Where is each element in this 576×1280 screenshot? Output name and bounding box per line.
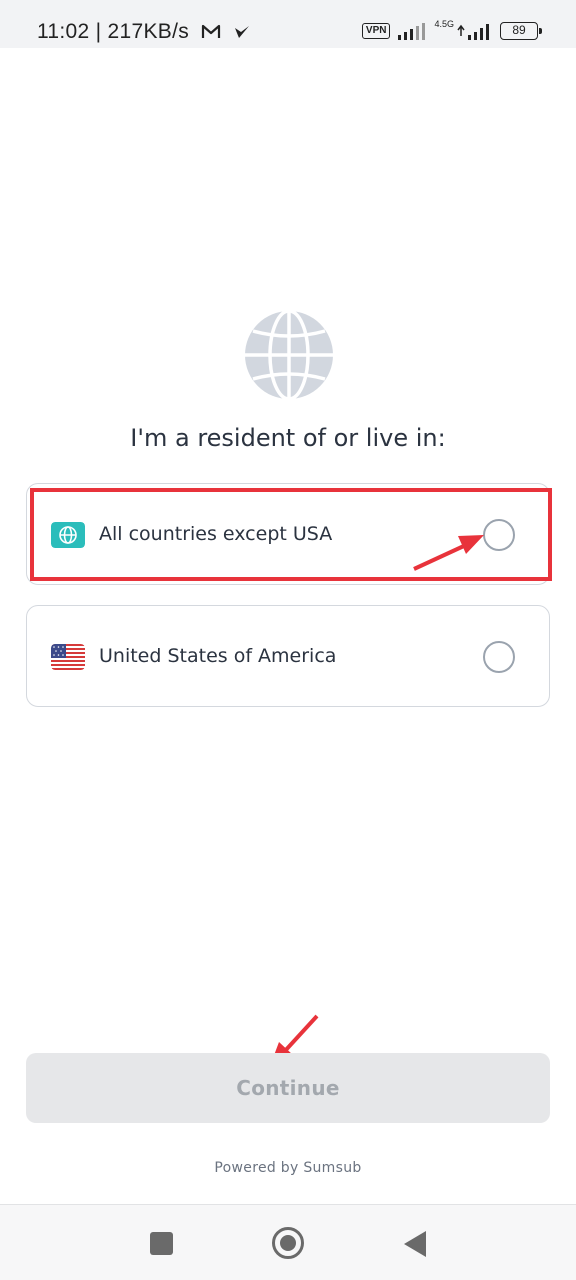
vpn-badge: VPN <box>361 23 391 39</box>
status-time-speed: 11:02 | 217KB/s <box>37 20 190 43</box>
globe-icon <box>245 309 333 401</box>
radio-button[interactable] <box>483 519 515 551</box>
option-label: United States of America <box>99 645 337 667</box>
navigation-bar <box>0 1204 576 1280</box>
radio-button[interactable] <box>483 641 515 673</box>
check-app-icon <box>235 26 250 38</box>
globe-icon <box>51 522 85 548</box>
network-type: 4.5G <box>434 19 454 29</box>
page-title: I'm a resident of or live in: <box>130 424 446 452</box>
back-icon[interactable] <box>404 1231 426 1257</box>
option-label: All countries except USA <box>99 523 333 545</box>
status-left: 11:02 | 217KB/s <box>37 20 251 44</box>
battery-icon: 89 <box>500 22 542 40</box>
powered-by-text: Powered by Sumsub <box>214 1160 362 1176</box>
us-flag-icon <box>51 644 85 670</box>
recents-icon[interactable] <box>150 1232 173 1255</box>
option-united-states-of-america[interactable]: United States of America <box>26 605 550 707</box>
signal-icon-2 <box>457 24 489 40</box>
signal-icon <box>398 23 426 40</box>
home-icon[interactable] <box>272 1227 304 1259</box>
status-right: VPN 4.5G 89 <box>361 19 542 43</box>
status-bar: 11:02 | 217KB/s VPN 4.5G 89 <box>0 0 576 48</box>
option-all-countries-except-usa[interactable]: All countries except USA <box>26 483 550 585</box>
gmail-icon <box>202 24 221 38</box>
continue-button[interactable]: Continue <box>26 1053 550 1123</box>
